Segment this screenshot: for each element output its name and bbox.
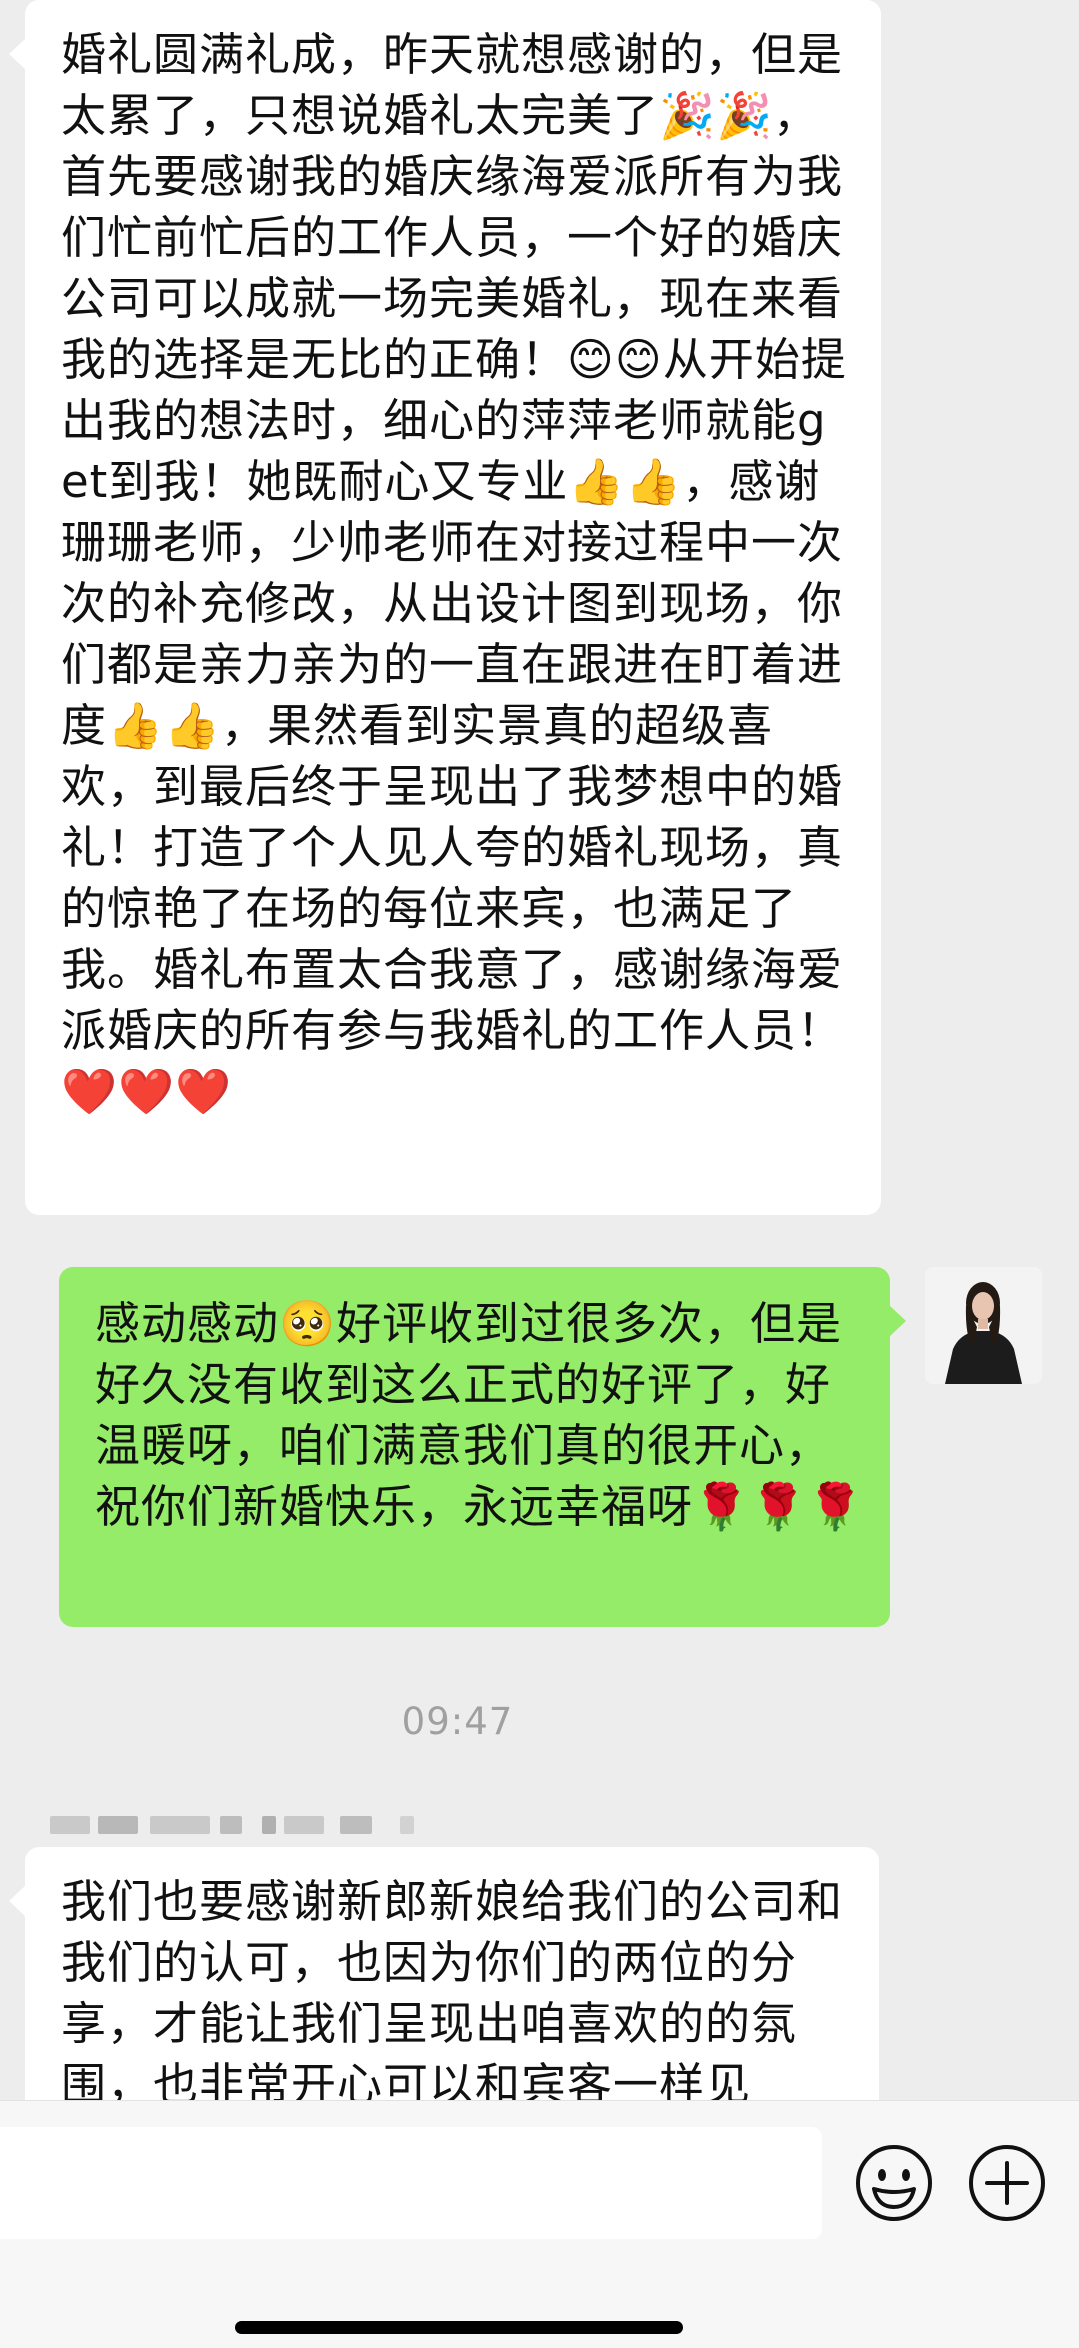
chat-area[interactable]: 婚礼圆满礼成，昨天就想感谢的，但是太累了，只想说婚礼太完美了🎉🎉，首先要感谢我的…	[0, 0, 1079, 2100]
message-input[interactable]	[0, 2127, 822, 2239]
received-message-bubble[interactable]: 婚礼圆满礼成，昨天就想感谢的，但是太累了，只想说婚礼太完美了🎉🎉，首先要感谢我的…	[9, 0, 881, 1215]
avatar-photo-icon	[925, 1267, 1042, 1384]
received-message-bubble[interactable]: 我们也要感谢新郎新娘给我们的公司和我们的认可，也因为你们的两位的分享，才能让我们…	[9, 1847, 879, 2100]
sent-message-bubble[interactable]: 感动感动🥺好评收到过很多次，但是好久没有收到这么正式的好评了，好温暖呀，咱们满意…	[59, 1267, 906, 1627]
message-timestamp: 09:47	[401, 1700, 514, 1743]
plus-circle-icon[interactable]	[967, 2143, 1047, 2223]
sender-avatar[interactable]	[925, 1267, 1042, 1384]
smiley-face-icon[interactable]	[854, 2143, 934, 2223]
blurred-sender-name	[50, 1812, 570, 1838]
input-bar	[0, 2100, 1079, 2348]
home-indicator	[235, 2321, 683, 2334]
